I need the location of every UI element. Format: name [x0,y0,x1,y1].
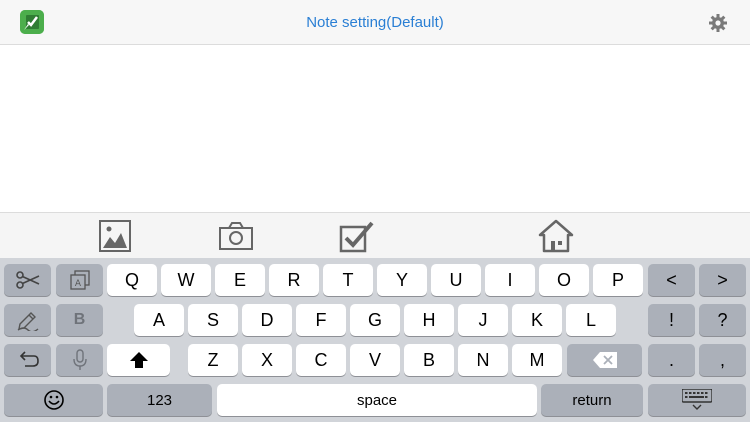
key-p[interactable]: P [593,264,643,296]
key-less-than[interactable]: < [648,264,695,296]
key-f[interactable]: F [296,304,346,336]
shift-icon[interactable] [107,344,170,376]
key-k[interactable]: K [512,304,562,336]
key-s[interactable]: S [188,304,238,336]
bold-button[interactable]: B [56,304,103,336]
checkbox-icon[interactable] [339,218,375,254]
key-period[interactable]: . [648,344,695,376]
key-x[interactable]: X [242,344,292,376]
key-n[interactable]: N [458,344,508,376]
key-c[interactable]: C [296,344,346,376]
top-bar: Note setting(Default) [0,0,750,45]
attachment-toolbar [0,212,750,258]
page-title: Note setting(Default) [306,14,444,31]
key-e[interactable]: E [215,264,265,296]
scissors-icon[interactable] [4,264,51,296]
keyboard-dismiss-icon[interactable] [648,384,746,416]
key-comma[interactable]: , [699,344,746,376]
key-y[interactable]: Y [377,264,427,296]
home-icon[interactable] [538,218,574,254]
key-u[interactable]: U [431,264,481,296]
stylus-icon[interactable] [4,304,51,336]
key-b[interactable]: B [404,344,454,376]
key-h[interactable]: H [404,304,454,336]
svg-text:A: A [74,279,81,289]
key-g[interactable]: G [350,304,400,336]
space-key[interactable]: space [217,384,537,416]
key-m[interactable]: M [512,344,562,376]
key-v[interactable]: V [350,344,400,376]
note-editor[interactable] [0,46,750,212]
delete-icon[interactable] [567,344,642,376]
microphone-icon[interactable] [56,344,103,376]
return-key[interactable]: return [541,384,643,416]
key-o[interactable]: O [539,264,589,296]
key-j[interactable]: J [458,304,508,336]
key-i[interactable]: I [485,264,535,296]
key-a[interactable]: A [134,304,184,336]
emoji-icon[interactable] [4,384,103,416]
undo-icon[interactable] [4,344,51,376]
key-l[interactable]: L [566,304,616,336]
key-r[interactable]: R [269,264,319,296]
key-w[interactable]: W [161,264,211,296]
key-t[interactable]: T [323,264,373,296]
key-greater-than[interactable]: > [699,264,746,296]
key-q[interactable]: Q [107,264,157,296]
key-d[interactable]: D [242,304,292,336]
key-exclamation[interactable]: ! [648,304,695,336]
camera-icon[interactable] [218,218,254,254]
gear-icon[interactable] [708,13,728,33]
key-z[interactable]: Z [188,344,238,376]
key-question[interactable]: ? [699,304,746,336]
numbers-key[interactable]: 123 [107,384,212,416]
image-icon[interactable] [97,218,133,254]
keyboard: A Q W E R T Y U I O P < > B A S D F G H … [0,258,750,422]
text-box-icon[interactable]: A [56,264,103,296]
